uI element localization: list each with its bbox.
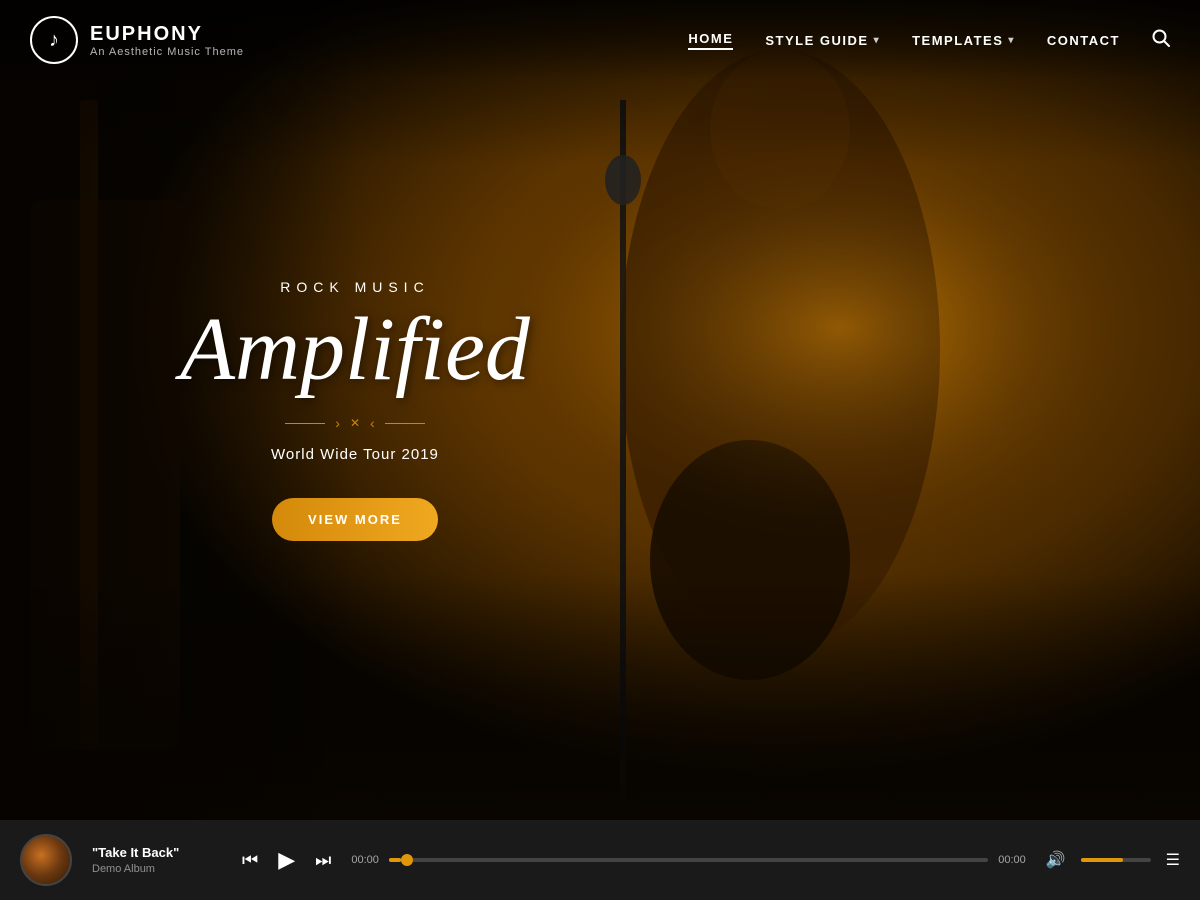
hero-divider: › ✕ ‹ <box>180 415 530 431</box>
volume-icon[interactable]: 🔊 <box>1046 850 1066 870</box>
divider-line-left <box>285 423 325 424</box>
hero-title: Amplified <box>180 305 530 395</box>
nav-item-home[interactable]: HOME <box>688 31 733 50</box>
hero-subtitle: ROCK MUSIC <box>180 279 530 295</box>
player-track-info: "Take It Back" Demo Album <box>92 845 222 875</box>
search-button[interactable] <box>1152 29 1170 52</box>
progress-bar[interactable] <box>389 858 988 862</box>
volume-bar[interactable] <box>1081 858 1151 862</box>
main-nav: HOME STYLE GUIDE ▾ TEMPLATES ▾ CONTACT <box>688 29 1170 52</box>
time-total: 00:00 <box>998 854 1026 866</box>
logo[interactable]: ♪ EUPHONY An Aesthetic Music Theme <box>30 16 244 64</box>
hero-content: ROCK MUSIC Amplified › ✕ ‹ World Wide To… <box>180 279 530 541</box>
divider-arrow-left: › <box>335 415 340 431</box>
volume-fill <box>1081 858 1123 862</box>
music-note-icon: ♪ <box>49 29 59 52</box>
site-header: ♪ EUPHONY An Aesthetic Music Theme HOME … <box>0 0 1200 80</box>
nav-item-templates[interactable]: TEMPLATES ▾ <box>912 33 1015 48</box>
hero-description: World Wide Tour 2019 <box>180 446 530 463</box>
play-button[interactable]: ▶ <box>278 847 295 873</box>
chevron-down-icon: ▾ <box>874 35 881 46</box>
chevron-down-icon: ▾ <box>1008 35 1015 46</box>
time-current: 00:00 <box>351 854 379 866</box>
hero-section: ROCK MUSIC Amplified › ✕ ‹ World Wide To… <box>0 0 1200 820</box>
player-bar: "Take It Back" Demo Album ⏮ ▶ ⏭ 00:00 00… <box>0 820 1200 900</box>
divider-line-right <box>385 423 425 424</box>
next-button[interactable]: ⏭ <box>315 850 331 871</box>
progress-fill <box>389 858 401 862</box>
logo-text: EUPHONY An Aesthetic Music Theme <box>90 23 244 58</box>
nav-item-contact[interactable]: CONTACT <box>1047 33 1120 48</box>
progress-thumb <box>401 854 413 866</box>
player-album-art <box>20 834 72 886</box>
prev-button[interactable]: ⏮ <box>242 850 258 871</box>
divider-arrow-right: ‹ <box>370 415 375 431</box>
player-album-name: Demo Album <box>92 863 222 875</box>
player-track-name: "Take It Back" <box>92 845 222 860</box>
playlist-icon[interactable]: ☰ <box>1166 850 1180 870</box>
divider-cross: ✕ <box>350 416 360 430</box>
logo-icon: ♪ <box>30 16 78 64</box>
nav-item-style-guide[interactable]: STYLE GUIDE ▾ <box>765 33 880 48</box>
player-right-controls: 🔊 ☰ <box>1046 850 1180 870</box>
player-controls: ⏮ ▶ ⏭ <box>242 847 331 873</box>
site-name: EUPHONY <box>90 23 244 46</box>
site-tagline: An Aesthetic Music Theme <box>90 46 244 58</box>
player-time-section: 00:00 00:00 <box>351 854 1025 866</box>
view-more-button[interactable]: VIEW MORE <box>272 498 438 541</box>
